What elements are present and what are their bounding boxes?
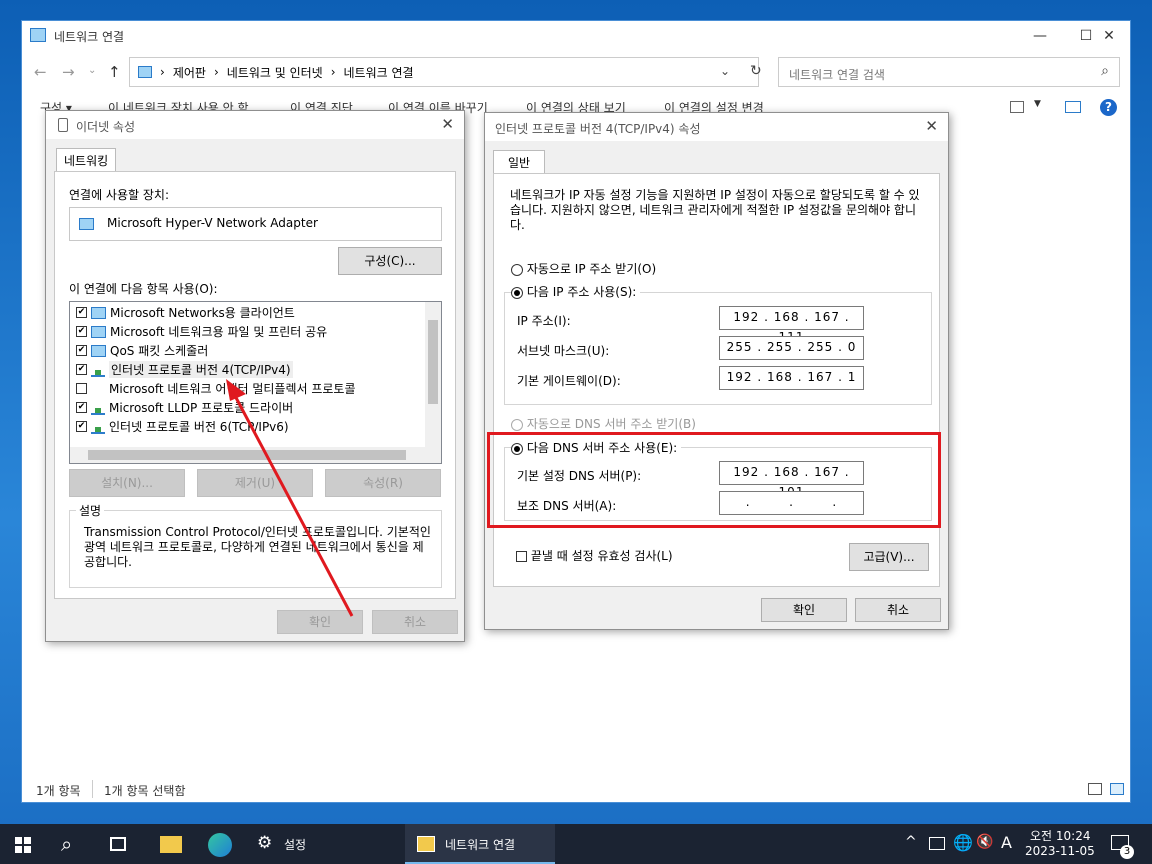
file-explorer-icon[interactable] xyxy=(160,836,182,853)
clock-time[interactable]: 오전 10:24 xyxy=(1030,827,1090,844)
edge-icon[interactable] xyxy=(208,833,232,857)
arrow-head xyxy=(226,379,246,401)
settings-gear-icon[interactable]: ⚙ xyxy=(257,833,272,853)
hidden-icons-chevron-icon[interactable]: ^ xyxy=(905,834,917,850)
ime-indicator[interactable]: A xyxy=(1001,833,1012,852)
clock-date[interactable]: 2023-11-05 xyxy=(1025,844,1095,858)
volume-muted-icon[interactable]: 🔇 xyxy=(976,834,993,850)
taskbar: ⌕ ⚙ 설정 네트워크 연결 ^ 🌐 🔇 A 오전 10:24 2023-11-… xyxy=(0,824,1152,864)
notification-badge: 3 xyxy=(1120,845,1134,859)
task-view-icon[interactable] xyxy=(110,837,126,851)
windows-start-icon[interactable] xyxy=(15,837,31,853)
search-taskbar-icon[interactable]: ⌕ xyxy=(61,832,72,856)
network-globe-icon[interactable]: 🌐 xyxy=(953,833,973,852)
battery-icon[interactable] xyxy=(929,837,945,850)
arrow-line xyxy=(231,391,354,617)
settings-taskbar-label[interactable]: 설정 xyxy=(284,836,306,853)
network-connections-taskbar-button[interactable]: 네트워크 연결 xyxy=(405,824,555,864)
annotation-arrow xyxy=(226,379,354,617)
network-folder-taskbar-icon xyxy=(417,836,435,852)
